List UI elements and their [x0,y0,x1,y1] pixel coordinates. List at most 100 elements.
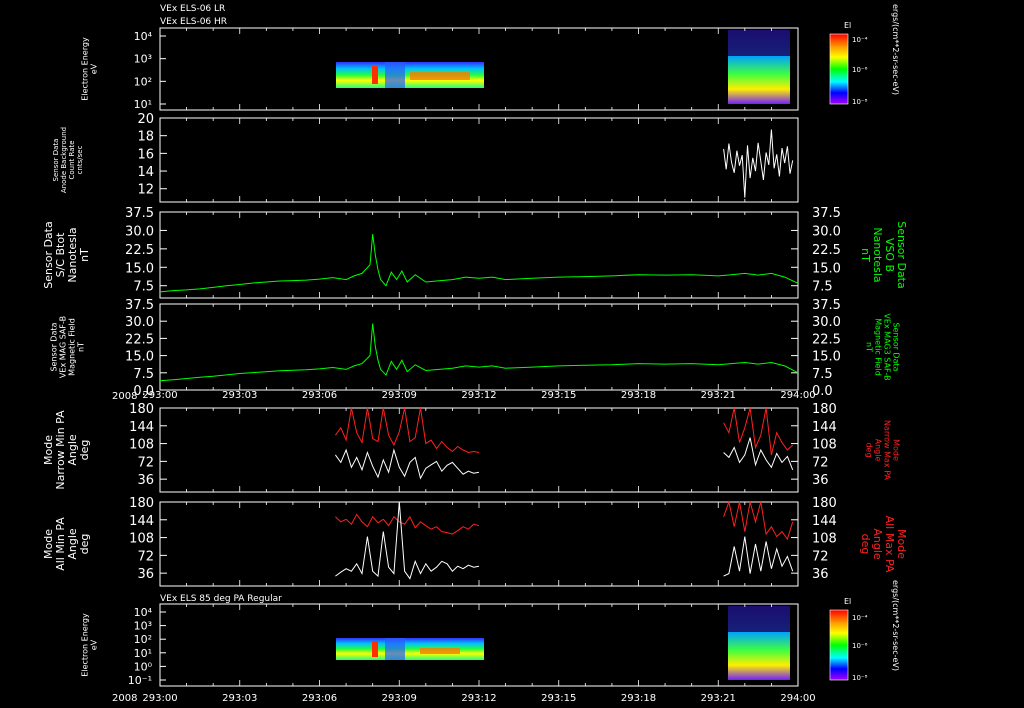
spec7-sparse [728,606,790,632]
p1-ytick-label-2: 10² [134,75,152,88]
colorbar-bottom-scale [829,609,849,681]
spec1-band [385,62,405,88]
p5-right-ylabel-line-3: deg [865,442,874,457]
p2-ytick-label-1: 14 [137,165,154,180]
p7-xtick-label-0: 293:00 [142,693,177,704]
p4-xtick-label-7: 293:21 [701,390,736,401]
p7-ytick-label-1: 10³ [134,620,152,633]
p5-ytick-right-label-2: 108 [812,438,837,453]
p3-ytick-right-label-1: 15.0 [812,261,841,276]
p4-ytick-label-5: 37.5 [125,298,154,313]
colorbar-top-tick-0: 10⁻⁴ [852,36,868,44]
p5-ytick-right-label-4: 180 [812,402,837,417]
p5-right-ylabel-line-0: Mode [892,439,901,461]
p4-xtick-label-8: 294:00 [780,390,815,401]
p4-ytick-right-label-2: 15.0 [812,350,841,365]
p6-series-3-line [723,536,794,577]
p5-series-2-line [334,448,480,480]
p4-xtick-label-3: 293:09 [382,390,417,401]
panel3-frame [159,211,799,299]
p6-ytick-label-1: 72 [137,549,154,564]
p5-ylabel-line-3: deg [78,440,91,461]
spec7-band [385,638,405,660]
colorbar-top-scale [829,33,849,105]
p5-ytick-right-label-1: 72 [812,455,829,470]
p4-ylabel-line-0: Sensor Data [50,322,59,371]
p2-ylabel-line-0: Sensor Data [52,139,60,182]
p6-ylabel-line-3: deg [78,534,91,555]
spec1-warm [410,72,470,80]
colorbar-top-title: El [844,21,851,30]
p1-ytick-label-3: 10¹ [134,98,152,111]
p6-right-ylabel-line-3: deg [859,534,872,555]
p7-ylabel-line-1: eV [90,639,99,650]
p5-ytick-label-0: 36 [137,473,154,488]
p3-series-0-line [159,234,799,293]
spec7-title: VEx ELS 85 deg PA Regular [160,594,282,604]
p4-right-ylabel-line-3: nT [865,342,874,352]
panel5-frame [159,407,799,493]
p6-ytick-right-label-0: 36 [812,567,829,582]
header-line2: VEx ELS-06 HR [160,17,227,27]
p2-ylabel-line-2: Count Rate [68,140,76,179]
p4-ytick-label-0: 0.0 [133,384,154,399]
p6-series-2-line [335,501,480,580]
p4-series-0-line [159,323,799,382]
p2-series-0-line [723,129,794,198]
p5-ytick-label-4: 180 [129,402,154,417]
p4-ylabel-line-2: Magnetic Field [68,318,77,376]
p4-right-ylabel-line-2: Magnetic Field [874,318,883,376]
spectrogram1 [336,30,790,104]
p7-xtick-label-3: 293:09 [382,693,417,704]
p3-ytick-label-3: 30.0 [125,224,154,239]
p6-ytick-label-4: 180 [129,496,154,511]
p3-right-ylabel-line-3: nT [859,248,872,262]
p1-ytick-label-1: 10³ [134,53,152,66]
panel2-frame [159,117,799,203]
p7-xtick-label-1: 293:03 [222,693,257,704]
spec7-block-a [336,638,484,660]
p4-xtick-label-5: 293:15 [541,390,576,401]
p6-ytick-label-2: 108 [129,532,154,547]
colorbar-top: El 10⁻⁴ 10⁻⁶ 10⁻⁸ ergs/(cm**2-sr-sec-eV) [829,4,900,106]
p2-ylabel-line-3: cnts/sec [76,145,84,174]
p4-xtick-label-4: 293:12 [461,390,496,401]
p5-ytick-right-label-3: 144 [812,420,837,435]
header-line1: VEx ELS-06 LR [160,4,225,14]
p4-ytick-label-2: 15.0 [125,350,154,365]
p4-ytick-label-3: 22.5 [125,332,154,347]
colorbar-bottom-title: El [844,597,851,606]
p5-right-ylabel-line-1: Narrow Max PA [883,420,892,481]
p6-ytick-right-label-4: 180 [812,496,837,511]
p4-ytick-right-label-3: 22.5 [812,332,841,347]
p4-ylabel-line-1: VEx MAG SAF-B [59,316,68,378]
p3-ytick-right-label-0: 7.5 [812,280,833,295]
electron-plot-stack: VEx ELS-06 LR VEx ELS-06 HR El 10⁻⁴ 10⁻⁶… [42,4,908,704]
p6-ytick-label-3: 144 [129,514,154,529]
p4-xtick-label-1: 293:03 [222,390,257,401]
colorbar-bottom-tick-2: 10⁻⁸ [852,674,868,682]
p7-xtick-label-5: 293:15 [541,693,576,704]
spec1-hotspot [372,66,378,84]
p3-ytick-right-label-3: 30.0 [812,224,841,239]
p6-series-0-line [335,513,480,535]
p4-ytick-label-1: 7.5 [133,367,154,382]
colorbar-bottom-tick-0: 10⁻⁴ [852,614,868,622]
p3-ylabel-line-3: nT [78,248,91,262]
p3-ytick-label-2: 22.5 [125,243,154,258]
p7-ytick-label-4: 10⁰ [134,660,153,673]
p6-ytick-label-0: 36 [137,567,154,582]
p2-ytick-label-4: 20 [137,112,154,127]
p7-xtick-label-7: 293:21 [701,693,736,704]
p1-ylabel-line-0: Electron Energy [81,37,90,101]
p7-ylabel-line-0: Electron Energy [81,613,90,677]
p4-ylabel-line-3: nT [77,342,86,352]
p4-ytick-right-label-5: 37.5 [812,298,841,313]
p4-right-ylabel-line-1: VEx MAG3 SAF-B [883,313,892,380]
p6-series-1-line [723,500,794,541]
p6-ytick-right-label-3: 144 [812,514,837,529]
p5-series-0-line [334,407,480,454]
p6-ytick-right-label-2: 108 [812,532,837,547]
p3-ytick-right-label-2: 22.5 [812,243,841,258]
p3-ytick-label-1: 15.0 [125,261,154,276]
